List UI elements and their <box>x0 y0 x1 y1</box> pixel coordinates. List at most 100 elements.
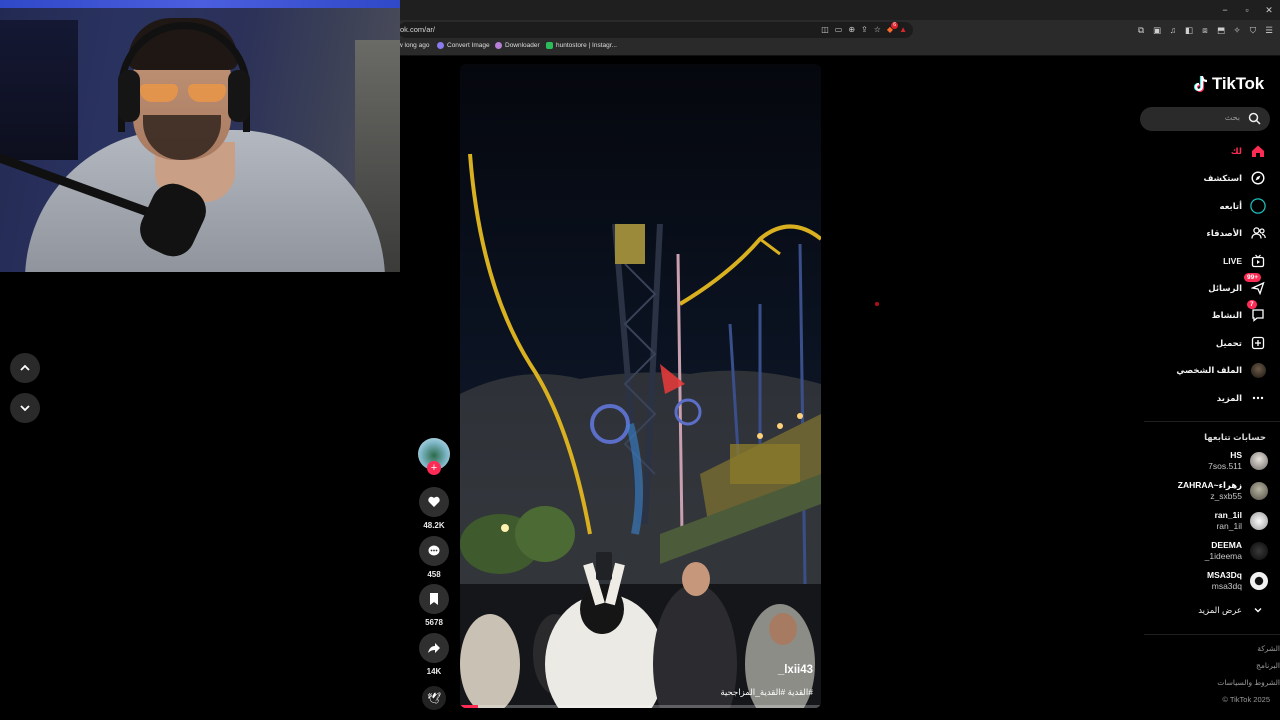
logo-text: TikTok <box>1211 74 1264 93</box>
share-arrow-icon <box>428 643 440 653</box>
webcam-overlay <box>0 0 400 272</box>
video-player[interactable]: _lxii43 #القدية #القدية_المزاجحية <box>460 64 821 708</box>
tiktok-note-icon <box>1193 75 1208 93</box>
following-account[interactable]: MSA3Dq msa3dq <box>1207 568 1268 594</box>
video-progress-fill <box>460 705 479 708</box>
save-button[interactable] <box>419 584 449 614</box>
messages-badge: 99+ <box>1244 273 1262 282</box>
nav-explore[interactable]: استكشف <box>1204 168 1266 188</box>
live-icon <box>1250 253 1266 269</box>
following-account[interactable]: DEEMA _1ideema <box>1205 538 1268 564</box>
account-avatar <box>1250 512 1268 530</box>
account-avatar <box>1250 452 1268 470</box>
comment-button[interactable] <box>419 536 449 566</box>
nav-profile[interactable]: الملف الشخصي <box>1176 360 1266 380</box>
close-window-button[interactable]: ✕ <box>1258 0 1280 20</box>
menu-icon[interactable]: ☰ <box>1264 22 1274 38</box>
bookmark-icon <box>430 593 438 605</box>
nav-upload[interactable]: تحميل <box>1216 333 1266 353</box>
tiktok-sidebar: TikTok بحث لك استكشف أتابعه الأصدقاء LIV… <box>1130 56 1280 720</box>
see-more-accounts-button[interactable]: عرض المزيد <box>1198 600 1266 620</box>
sidebar-divider <box>1144 421 1280 422</box>
music-disc-icon[interactable]: 🕊 <box>422 686 446 710</box>
cast-icon[interactable]: ▭ <box>835 23 843 37</box>
activity-badge: 7 <box>1247 300 1257 309</box>
bookmark-star-icon[interactable]: ☆ <box>874 23 881 37</box>
search-icon[interactable] <box>1248 112 1261 125</box>
home-icon <box>1250 143 1266 159</box>
music-icon[interactable]: ♫ <box>1168 22 1178 38</box>
footer-program-link[interactable]: البرنامج <box>1256 661 1280 670</box>
maximize-button[interactable]: ▫ <box>1236 0 1258 20</box>
previous-video-button[interactable] <box>10 353 40 383</box>
tab-icon[interactable]: ⧈ <box>1200 22 1210 38</box>
brave-shields-icon[interactable]: ◆ 6 <box>887 22 899 37</box>
footer-copyright: © TikTok 2025 <box>1222 695 1270 704</box>
messages-icon: 99+ <box>1244 273 1266 296</box>
footer-company-link[interactable]: الشركة <box>1257 644 1280 653</box>
save-count: 5678 <box>425 618 443 627</box>
extensions-icon[interactable]: ⧉ <box>1136 22 1146 38</box>
activity-icon: 7 <box>1247 300 1266 323</box>
sidebar-divider <box>1144 634 1280 635</box>
zoom-icon[interactable]: ⊕ <box>848 23 855 37</box>
vpn-icon[interactable]: ⬒ <box>1216 22 1226 38</box>
account-avatar <box>1250 482 1268 500</box>
video-progress-bar[interactable] <box>460 705 821 708</box>
bookmark-item[interactable]: huntostore | Instagr... <box>546 42 617 49</box>
window-controls: − ▫ ✕ <box>1214 0 1280 20</box>
search-input[interactable]: بحث <box>1140 107 1270 131</box>
friends-icon <box>1250 225 1266 241</box>
video-caption[interactable]: #القدية #القدية_المزاجحية <box>720 687 813 698</box>
video-frame <box>460 64 821 708</box>
bookmark-item[interactable]: Convert Image <box>437 42 490 49</box>
following-account[interactable]: ran_1il ran_1il <box>1215 508 1268 534</box>
shields-count-badge: 6 <box>891 22 899 29</box>
share-count: 14K <box>426 667 442 676</box>
like-button[interactable] <box>419 487 449 517</box>
nav-following[interactable]: أتابعه <box>1220 196 1266 216</box>
following-accounts-title: حسابات تتابعها <box>1204 432 1266 442</box>
profile-avatar-icon <box>1250 362 1266 378</box>
nav-messages[interactable]: الرسائل 99+ <box>1208 273 1266 298</box>
address-bar[interactable]: ok.com/ar/ ◫ ▭ ⊕ ⇪ ☆ ◆ 6 ▲ <box>398 22 913 38</box>
action-rail: + 48.2K 458 5678 14K 🕊 <box>418 438 450 710</box>
account-avatar <box>1250 542 1268 560</box>
url-text[interactable]: ok.com/ar/ <box>400 25 435 34</box>
share-icon[interactable]: ⇪ <box>861 23 868 37</box>
author-avatar[interactable]: + <box>418 438 450 475</box>
follow-plus-icon[interactable]: + <box>427 461 441 475</box>
chevron-down-icon <box>20 405 30 412</box>
chevron-up-icon <box>20 364 30 371</box>
footer-terms-link[interactable]: الشروط والسياسات <box>1217 678 1280 687</box>
next-video-button[interactable] <box>10 393 40 423</box>
nav-activity[interactable]: النشاط 7 <box>1212 300 1266 325</box>
tiktok-logo[interactable]: TikTok <box>1193 74 1264 94</box>
shield-icon[interactable]: ⛉ <box>1248 22 1258 38</box>
ai-icon[interactable]: ✧ <box>1232 22 1242 38</box>
bookmark-item[interactable]: Downloader <box>495 42 540 49</box>
chevron-down-icon <box>1250 602 1266 618</box>
following-ring-icon <box>1250 198 1266 214</box>
heart-icon <box>428 496 440 507</box>
following-account[interactable]: ZAHRAA~زهراء z_sxb55 <box>1178 478 1268 504</box>
rewards-icon[interactable]: ▲ <box>899 23 907 37</box>
toolbar-icons: ⧉ ▣ ♫ ◧ ⧈ ⬒ ✧ ⛉ ☰ <box>1136 22 1274 38</box>
nav-more[interactable]: المزيد <box>1217 388 1266 408</box>
share-button[interactable] <box>419 633 449 663</box>
nav-live[interactable]: LIVE <box>1223 251 1266 271</box>
more-icon <box>1250 390 1266 406</box>
minimize-button[interactable]: − <box>1214 0 1236 20</box>
wall-poster <box>0 20 78 160</box>
video-author[interactable]: _lxii43 <box>778 664 813 676</box>
following-account[interactable]: HS 7sos.511 <box>1208 448 1268 474</box>
downloader-icon <box>495 42 502 49</box>
wallet-icon[interactable]: ▣ <box>1152 22 1162 38</box>
sidebar-toggle-icon[interactable]: ◧ <box>1184 22 1194 38</box>
reader-mode-icon[interactable]: ◫ <box>821 23 829 37</box>
nav-for-you[interactable]: لك <box>1231 141 1266 161</box>
upload-icon <box>1250 335 1266 351</box>
bookmark-item[interactable]: w long ago <box>398 42 429 49</box>
comment-count: 458 <box>427 570 441 579</box>
nav-friends[interactable]: الأصدقاء <box>1207 223 1266 243</box>
